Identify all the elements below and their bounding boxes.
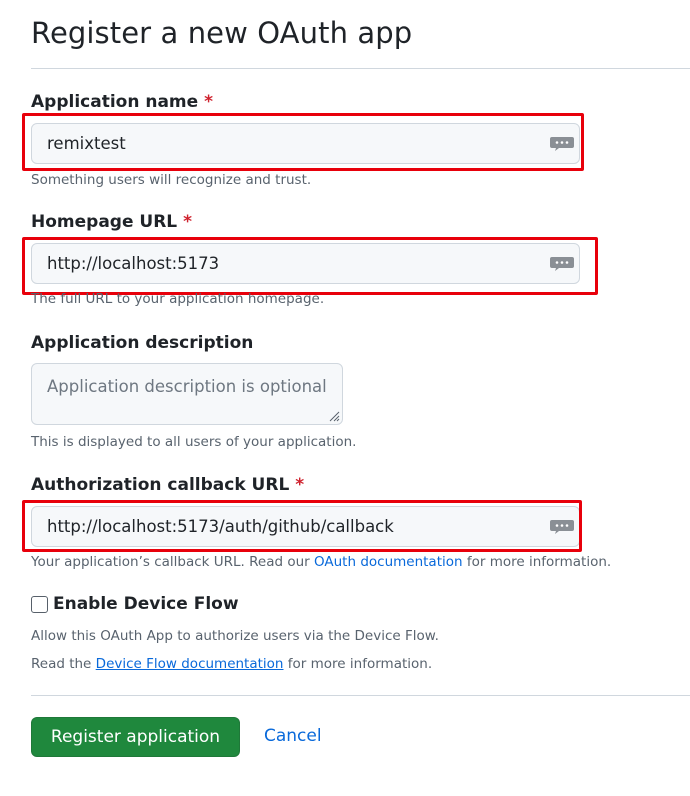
callback-url-input[interactable]: http://localhost:5173/auth/github/callba… xyxy=(31,506,580,547)
device-flow-doc-pre: Read the xyxy=(31,656,96,672)
app-name-hint: Something users will recognize and trust… xyxy=(31,172,312,188)
app-name-label: Application name * xyxy=(31,92,213,112)
homepage-url-hint: The full URL to your application homepag… xyxy=(31,291,325,307)
device-flow-label[interactable]: Enable Device Flow xyxy=(53,594,239,614)
cancel-button[interactable]: Cancel xyxy=(264,726,322,746)
actions-divider xyxy=(31,695,690,696)
app-name-label-text: Application name xyxy=(31,92,199,112)
device-flow-documentation-link[interactable]: Device Flow documentation xyxy=(96,656,284,672)
page-title: Register a new OAuth app xyxy=(31,16,413,50)
homepage-url-label: Homepage URL * xyxy=(31,212,192,232)
homepage-url-input[interactable]: http://localhost:5173 xyxy=(31,243,580,284)
homepage-url-value: http://localhost:5173 xyxy=(47,254,220,273)
callback-url-value: http://localhost:5173/auth/github/callba… xyxy=(47,517,394,536)
resize-grip-icon[interactable] xyxy=(328,410,340,422)
device-flow-doc-line: Read the Device Flow documentation for m… xyxy=(31,656,432,672)
register-oauth-app-page: Register a new OAuth app Application nam… xyxy=(0,0,690,796)
callback-hint-pre: Your application’s callback URL. Read ou… xyxy=(31,554,314,570)
title-divider xyxy=(31,68,690,69)
device-flow-description: Allow this OAuth App to authorize users … xyxy=(31,628,439,644)
oauth-documentation-link[interactable]: OAuth documentation xyxy=(314,554,463,570)
callback-hint-post: for more information. xyxy=(462,554,612,570)
homepage-url-label-text: Homepage URL xyxy=(31,212,178,232)
description-textarea[interactable]: Application description is optional xyxy=(31,363,343,425)
callback-url-label: Authorization callback URL * xyxy=(31,475,304,495)
required-asterisk: * xyxy=(295,475,305,495)
required-asterisk: * xyxy=(183,212,193,232)
required-asterisk: * xyxy=(204,92,214,112)
device-flow-row[interactable]: Enable Device Flow xyxy=(31,594,239,614)
device-flow-checkbox[interactable] xyxy=(31,595,48,613)
app-name-input[interactable]: remixtest xyxy=(31,123,580,164)
password-manager-icon[interactable] xyxy=(549,519,575,535)
register-application-button[interactable]: Register application xyxy=(31,717,240,757)
password-manager-icon[interactable] xyxy=(549,256,575,272)
password-manager-icon[interactable] xyxy=(549,136,575,152)
device-flow-doc-post: for more information. xyxy=(283,656,433,672)
callback-url-label-text: Authorization callback URL xyxy=(31,475,290,495)
app-name-value: remixtest xyxy=(47,134,126,153)
description-placeholder: Application description is optional xyxy=(47,377,327,396)
description-label: Application description xyxy=(31,333,254,353)
description-hint: This is displayed to all users of your a… xyxy=(31,434,357,450)
callback-url-hint: Your application’s callback URL. Read ou… xyxy=(31,554,611,570)
